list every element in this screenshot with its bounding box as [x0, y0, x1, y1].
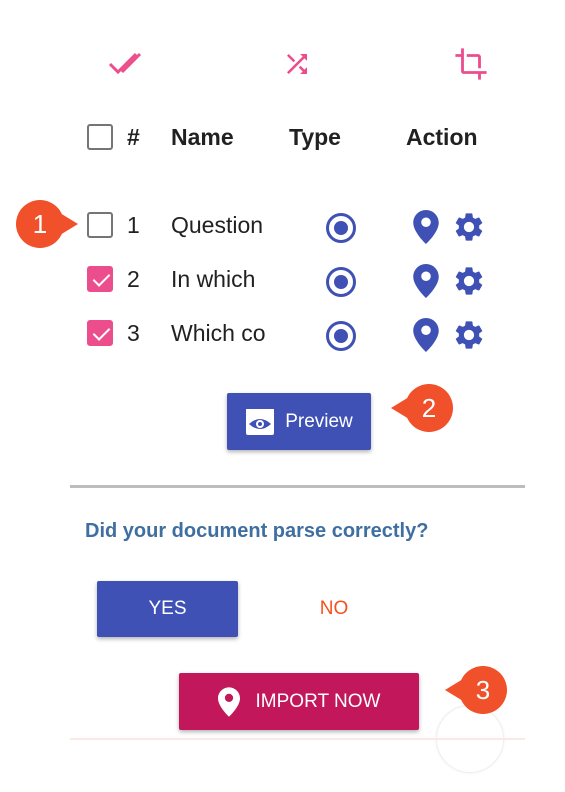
parse-question-text: Did your document parse correctly? — [85, 520, 429, 542]
row-checkbox[interactable] — [87, 212, 113, 238]
section-divider — [70, 485, 525, 488]
location-pin-icon — [217, 686, 240, 717]
no-button[interactable]: NO — [290, 581, 378, 637]
callout-badge: 2 — [391, 384, 453, 432]
bottom-divider — [70, 738, 525, 740]
yes-button[interactable]: YES — [97, 581, 238, 637]
location-pin-icon[interactable] — [413, 264, 439, 298]
row-number: 3 — [127, 320, 140, 346]
callout-number: 3 — [475, 674, 491, 705]
yes-button-label: YES — [148, 598, 187, 619]
crop-icon[interactable] — [451, 44, 491, 84]
gear-icon[interactable] — [452, 210, 486, 244]
callout-badge: 1 — [16, 200, 78, 248]
import-button-label: IMPORT NOW — [255, 690, 381, 712]
import-now-button[interactable]: IMPORT NOW — [179, 673, 419, 730]
type-radio-icon[interactable] — [326, 267, 356, 297]
row-checkbox[interactable] — [87, 320, 113, 346]
shuffle-icon[interactable] — [277, 44, 317, 84]
type-radio-icon[interactable] — [326, 321, 356, 351]
column-header-type: Type — [289, 124, 341, 150]
row-number: 1 — [127, 212, 140, 238]
row-checkbox[interactable] — [87, 266, 113, 292]
row-number: 2 — [127, 266, 140, 292]
double-check-icon[interactable] — [107, 44, 147, 84]
gear-icon[interactable] — [452, 318, 486, 352]
gear-icon[interactable] — [452, 264, 486, 298]
callout-number: 2 — [421, 392, 437, 423]
row-name: In which — [171, 266, 256, 292]
type-radio-icon[interactable] — [326, 213, 356, 243]
preview-button[interactable]: Preview — [227, 393, 371, 450]
preview-button-label: Preview — [285, 410, 353, 432]
callout-number: 1 — [32, 208, 48, 239]
no-button-label: NO — [319, 598, 349, 619]
select-all-checkbox[interactable] — [87, 124, 113, 150]
row-name: Question — [171, 212, 264, 238]
column-header-action: Action — [406, 124, 478, 150]
row-name: Which co — [171, 320, 266, 346]
location-pin-icon[interactable] — [413, 318, 439, 352]
preview-eye-icon — [246, 408, 275, 435]
callout-badge: 3 — [445, 666, 507, 714]
location-pin-icon[interactable] — [413, 210, 439, 244]
column-header-name: Name — [171, 124, 234, 150]
column-header-hash: # — [127, 124, 140, 150]
